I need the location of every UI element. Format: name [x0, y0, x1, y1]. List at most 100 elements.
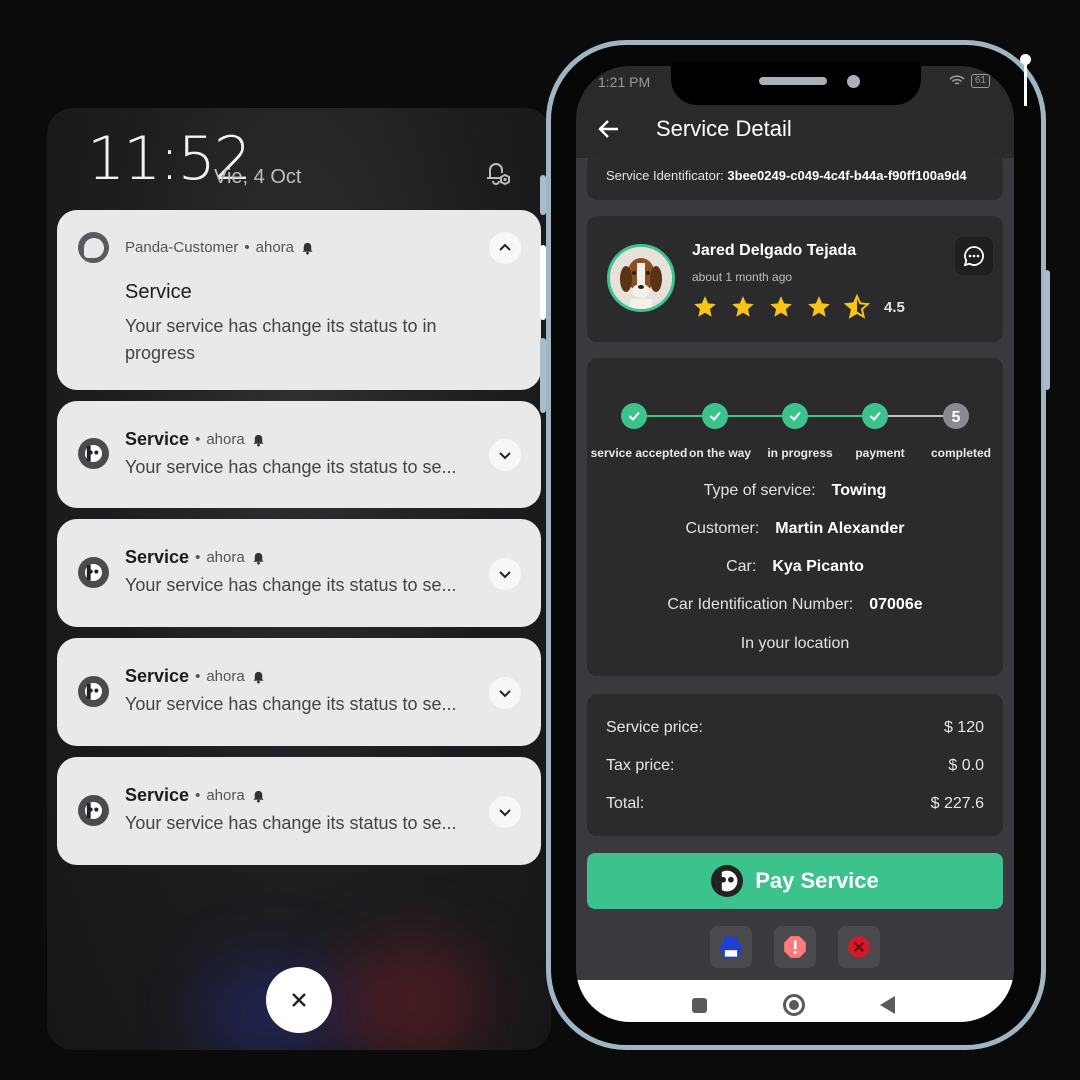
star-icon — [732, 296, 754, 317]
expand-button[interactable] — [489, 439, 521, 471]
chat-bubble-icon — [963, 246, 984, 267]
notification-shade: 11:52 Vie, 4 Oct Panda-Customer • ahora — [47, 108, 551, 1050]
page-title: Service Detail — [656, 116, 792, 141]
bell-icon — [253, 671, 264, 684]
bell-icon — [302, 242, 313, 255]
recents-button[interactable] — [692, 998, 707, 1013]
step-done-circle — [862, 403, 888, 429]
notification-header: Service • ahora — [125, 547, 266, 568]
pay-service-button[interactable]: Pay Service — [587, 853, 1003, 909]
car-label: Car: — [726, 558, 757, 575]
notification-expanded[interactable]: Panda-Customer • ahora Service Your serv… — [57, 210, 541, 390]
expand-button[interactable] — [489, 796, 521, 828]
notification-collapsed[interactable]: Service • ahora Your service has change … — [57, 519, 541, 627]
chat-button[interactable] — [955, 237, 993, 275]
service-progress-card: 5 service accepted on the way in progres… — [587, 358, 1003, 676]
notification-body: Your service has change its status to se… — [125, 457, 457, 477]
bell-icon — [253, 434, 264, 447]
customer-label: Customer: — [685, 520, 760, 537]
phone-notch — [671, 62, 921, 105]
separator-dot: • — [195, 787, 201, 804]
cancel-button[interactable] — [838, 926, 880, 968]
panda-app-icon — [78, 795, 109, 826]
notification-collapsed[interactable]: Service • ahora Your service has change … — [57, 757, 541, 865]
background-glow-red — [337, 938, 487, 1050]
tax-price-value: $ 0.0 — [948, 757, 984, 774]
notification-body: Your service has change its status to se… — [125, 813, 457, 833]
chevron-down-icon — [499, 809, 511, 817]
system-back-button[interactable] — [880, 996, 895, 1014]
phone-volume-button — [540, 175, 546, 215]
panda-app-icon — [78, 676, 109, 707]
report-button[interactable] — [774, 926, 816, 968]
printer-icon — [720, 936, 742, 959]
half-star-icon — [844, 294, 870, 319]
phone-power-button — [1044, 270, 1050, 390]
notification-title: Service — [125, 785, 190, 805]
pin-marker — [1020, 54, 1031, 106]
step-label: in progress — [767, 446, 833, 460]
star-rating: 4.5 — [692, 294, 905, 320]
status-icons: 61 — [949, 74, 990, 88]
driver-name: Jared Delgado Tejada — [692, 242, 857, 259]
notification-collapsed[interactable]: Service • ahora Your service has change … — [57, 638, 541, 746]
expand-button[interactable] — [489, 558, 521, 590]
home-button[interactable] — [783, 994, 805, 1016]
car-row: Car: Kya Picanto — [587, 558, 1003, 576]
notification-settings-icon[interactable] — [479, 156, 513, 190]
step-label: payment — [855, 446, 905, 460]
panda-app-icon — [78, 557, 109, 588]
service-price-row: Service price: $ 120 — [606, 719, 984, 737]
step-number: 5 — [952, 409, 961, 426]
service-type-value: Towing — [831, 482, 887, 499]
notification-header: Service • ahora — [125, 429, 266, 450]
step-done-circle — [621, 403, 647, 429]
service-price-value: $ 120 — [943, 719, 984, 736]
notification-collapsed[interactable]: Service • ahora Your service has change … — [57, 401, 541, 508]
vin-label: Car Identification Number: — [667, 596, 854, 613]
service-type-row: Type of service: Towing — [587, 482, 1003, 500]
tax-price-row: Tax price: $ 0.0 — [606, 757, 984, 775]
notification-time: ahora — [206, 787, 245, 804]
panda-app-icon — [78, 438, 109, 469]
star-icon — [808, 296, 830, 317]
clear-all-button[interactable] — [266, 967, 332, 1033]
notification-header: Panda-Customer • ahora — [125, 239, 315, 256]
step-label: service accepted — [590, 446, 688, 460]
notification-time: ahora — [206, 549, 245, 566]
price-card: Service price: $ 120 Tax price: $ 0.0 To… — [587, 694, 1003, 836]
vin-row: Car Identification Number: 07006e — [587, 596, 1003, 614]
alert-octagon-icon — [784, 936, 806, 958]
step-label: completed — [930, 446, 992, 460]
expand-button[interactable] — [489, 677, 521, 709]
notification-title: Service — [125, 429, 190, 449]
notification-body: Your service has change its status to in… — [125, 316, 437, 363]
back-arrow-icon[interactable] — [596, 116, 622, 142]
speaker-grille — [759, 77, 827, 85]
total-price-label: Total: — [606, 795, 645, 812]
notification-title: Service — [125, 281, 192, 303]
chevron-down-icon — [499, 690, 511, 698]
notification-header: Service • ahora — [125, 666, 266, 687]
separator-dot: • — [195, 549, 201, 566]
pay-service-label: Pay Service — [755, 868, 879, 893]
notification-title: Service — [125, 547, 190, 567]
location-row: In your location — [740, 635, 850, 652]
notification-title-block: Service — [125, 279, 471, 305]
app-icon — [78, 232, 109, 263]
notification-title: Service — [125, 666, 190, 686]
notification-body: Your service has change its status to se… — [125, 694, 457, 714]
notification-time: ahora — [206, 431, 245, 448]
avatar — [607, 244, 675, 312]
vin-value: 07006e — [869, 596, 923, 613]
phone-volume-button — [540, 245, 546, 320]
total-price-value: $ 227.6 — [930, 795, 984, 812]
star-icon — [694, 296, 716, 317]
collapse-button[interactable] — [489, 232, 521, 264]
chevron-down-icon — [499, 571, 511, 579]
notification-body: Your service has change its status to se… — [125, 575, 457, 595]
print-button[interactable] — [710, 926, 752, 968]
total-price-row: Total: $ 227.6 — [606, 795, 984, 813]
cancel-circle-icon — [848, 936, 870, 958]
service-id-label: Service Identificator: — [606, 168, 724, 183]
